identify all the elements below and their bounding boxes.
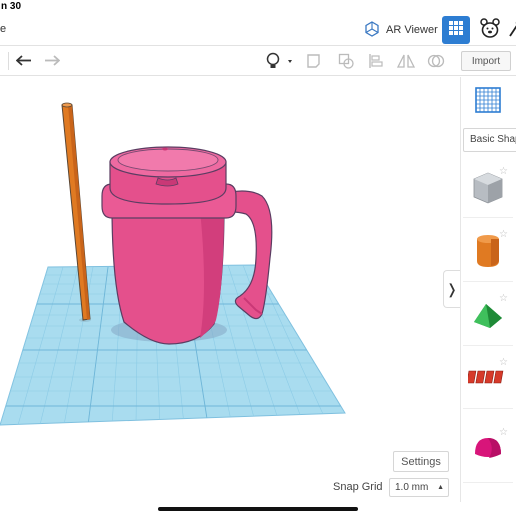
duplicate-icon[interactable] <box>336 51 356 71</box>
group-icon[interactable] <box>426 51 446 71</box>
home-indicator[interactable] <box>158 507 358 511</box>
snap-grid-select[interactable]: 1.0 mm ▲ <box>389 478 449 497</box>
favorite-star-icon[interactable]: ☆ <box>499 293 508 304</box>
panel-separator <box>463 482 513 483</box>
shape-category-select[interactable]: Basic Shap <box>463 128 516 152</box>
favorite-star-icon[interactable]: ☆ <box>499 427 508 438</box>
panel-collapse-button[interactable]: ❭ <box>443 270 460 308</box>
align-icon[interactable] <box>366 51 386 71</box>
workplane-tool[interactable] <box>466 78 510 126</box>
status-bar: n 30 <box>0 0 516 14</box>
codeblocks-button[interactable] <box>476 16 504 44</box>
favorite-star-icon[interactable]: ☆ <box>499 166 508 177</box>
panel-separator <box>463 345 513 346</box>
chevron-right-icon: ❭ <box>446 280 458 297</box>
toolbar-divider <box>8 52 9 70</box>
ar-viewer-button[interactable]: AR Viewer <box>362 19 438 41</box>
mirror-icon[interactable] <box>396 51 416 71</box>
tools-button[interactable] <box>508 16 516 44</box>
workplane-grid-icon <box>474 86 502 119</box>
bear-icon <box>479 17 501 44</box>
note-icon[interactable] <box>304 51 324 71</box>
settings-button[interactable]: Settings <box>393 451 449 472</box>
panel-separator <box>463 281 513 282</box>
status-time: n 30 <box>1 1 22 12</box>
edit-toolbar: Import <box>0 46 516 76</box>
panel-separator <box>463 217 513 218</box>
favorite-star-icon[interactable]: ☆ <box>499 229 508 240</box>
snap-grid-value: 1.0 mm <box>395 482 429 493</box>
ar-viewer-label: AR Viewer <box>386 24 438 36</box>
grid-view-button[interactable] <box>442 16 470 44</box>
lightbulb-icon[interactable] <box>264 51 294 71</box>
cube-ar-icon <box>362 19 382 42</box>
snap-grid-label: Snap Grid <box>333 481 383 493</box>
panel-separator <box>463 408 513 409</box>
top-header: e AR Viewer <box>0 14 516 46</box>
chevron-up-down-icon: ▲ <box>437 484 444 491</box>
workplane[interactable] <box>0 264 460 426</box>
import-button[interactable]: Import <box>461 51 511 71</box>
design-title[interactable]: e <box>0 23 6 35</box>
workspace-canvas[interactable] <box>0 77 460 502</box>
redo-icon[interactable] <box>42 51 62 71</box>
text-shape-icon <box>466 365 508 394</box>
grid-view-icon <box>448 20 464 41</box>
favorite-star-icon[interactable]: ☆ <box>499 357 508 368</box>
undo-icon[interactable] <box>14 51 34 71</box>
